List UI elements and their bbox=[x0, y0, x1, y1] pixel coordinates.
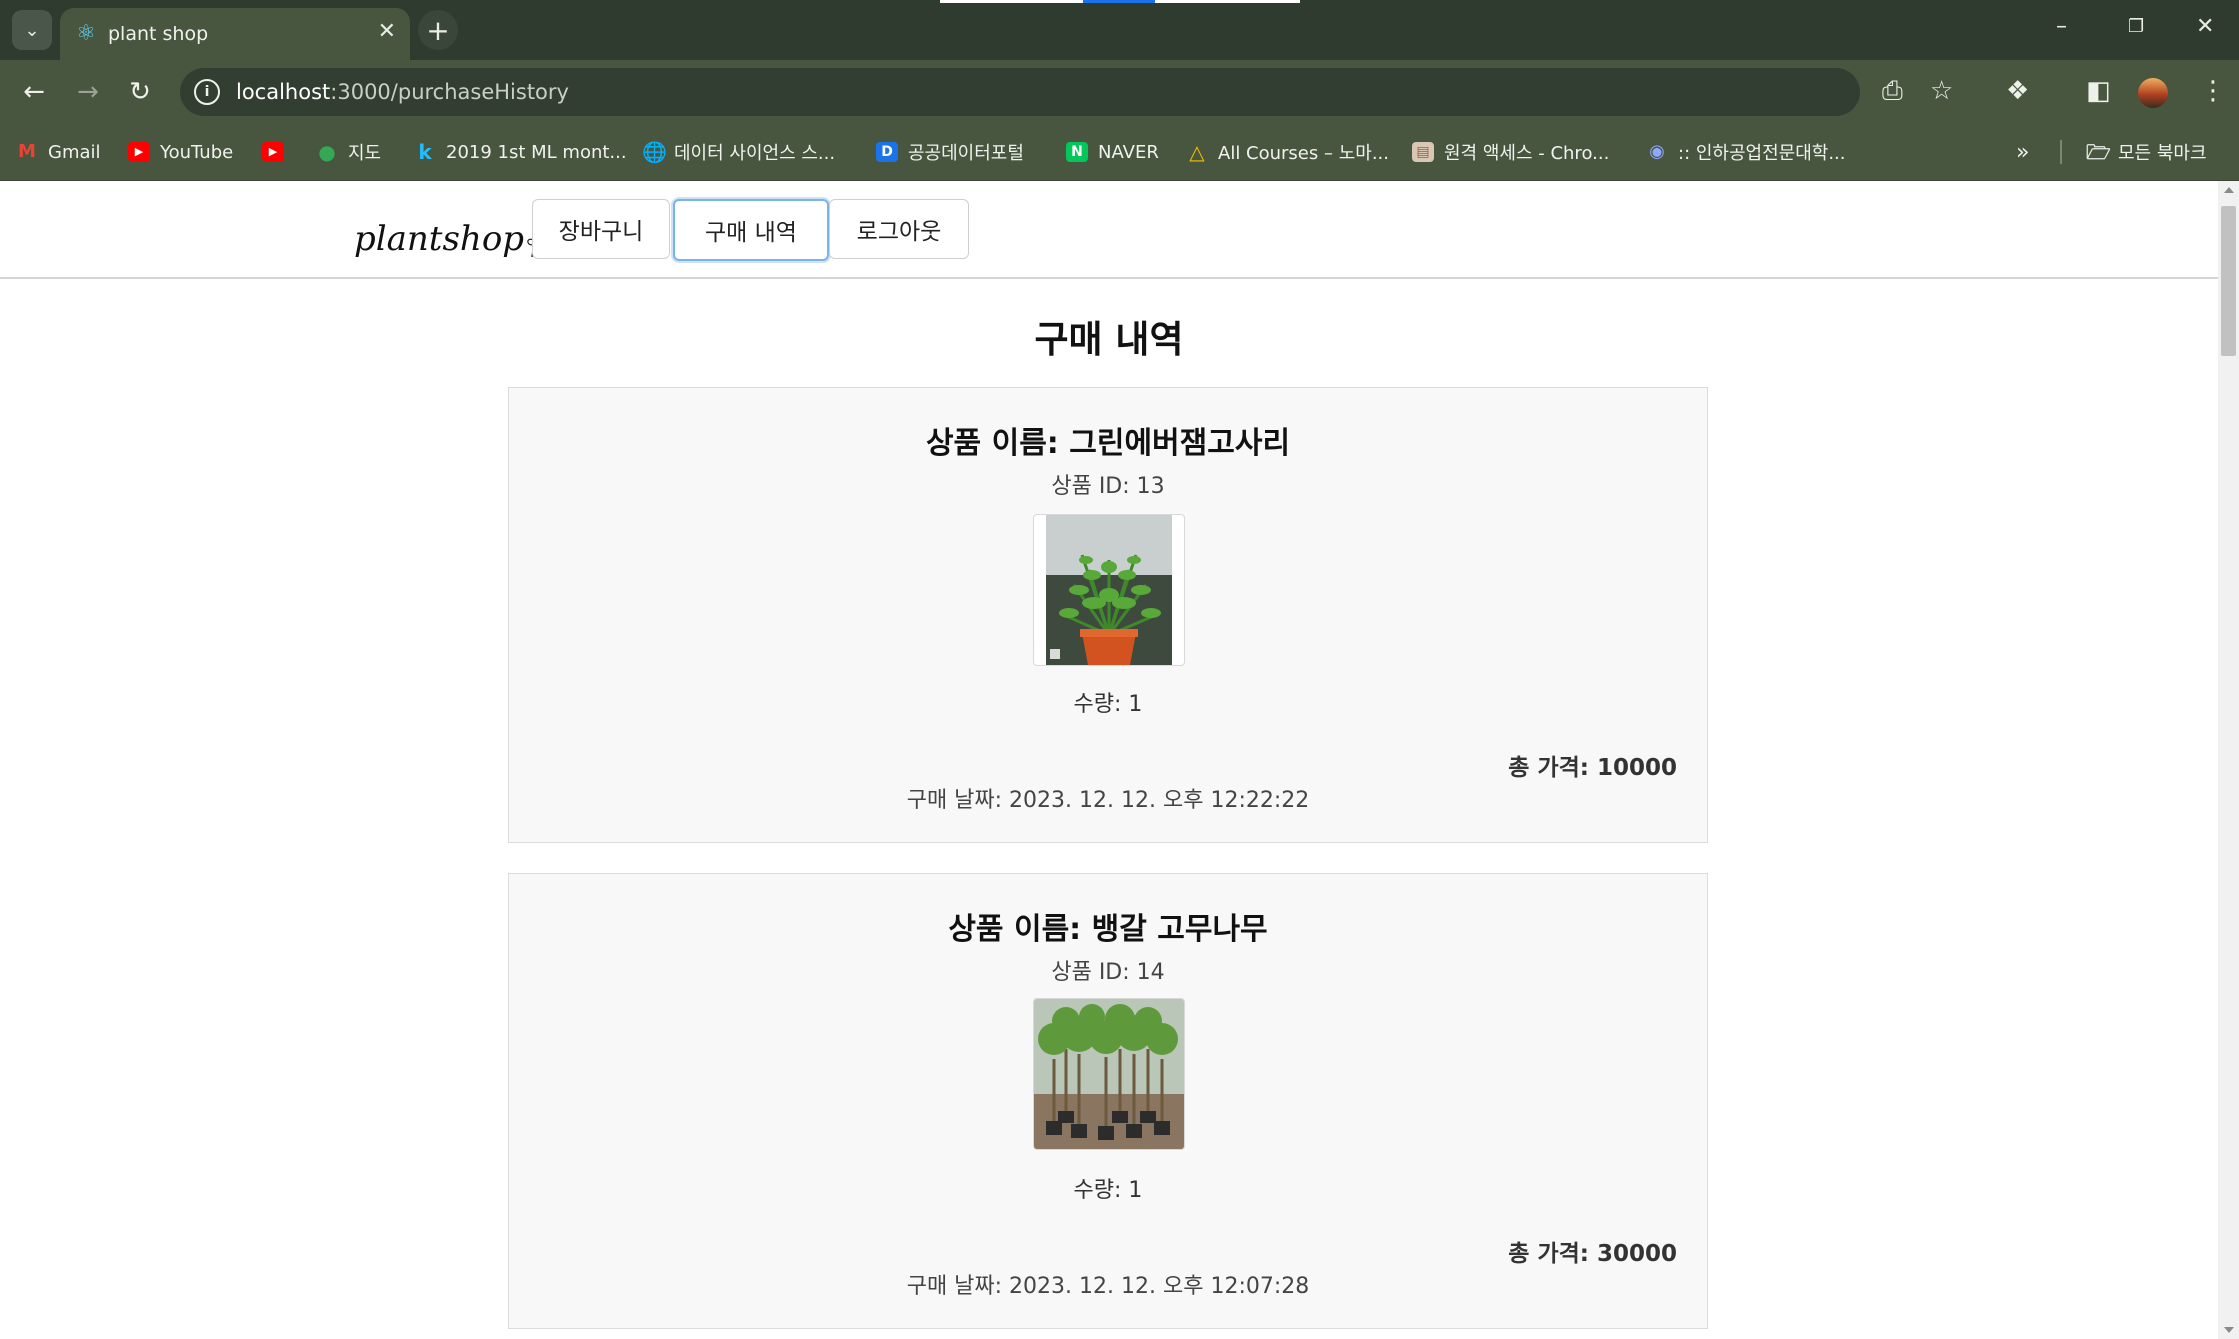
restore-icon[interactable]: ❐ bbox=[2128, 16, 2144, 37]
all-bookmarks-button[interactable]: 🗁 모든 북마크 bbox=[2086, 138, 2207, 166]
tab-title: plant shop bbox=[108, 23, 209, 45]
new-tab-button[interactable]: + bbox=[418, 10, 458, 50]
purchase-card: 상품 이름: 그린에버잼고사리 상품 ID: 13 수량: 1 총 가격: 10… bbox=[508, 387, 1708, 843]
product-id: 상품 ID: 13 bbox=[1051, 474, 1165, 499]
product-image-fern bbox=[1033, 514, 1185, 666]
bookmark-kaggle[interactable]: k 2019 1st ML mont... bbox=[414, 138, 626, 166]
browser-tab-bar: ⌄ ⚛ plant shop ✕ + – ❐ ✕ bbox=[0, 0, 2239, 60]
window-close-icon[interactable]: ✕ bbox=[2196, 14, 2214, 39]
product-total-price: 총 가격: 10000 bbox=[1508, 755, 1677, 781]
page-viewport: plantshop 장바구니 구매 내역 로그아웃 구매 내역 상품 이름: 그… bbox=[0, 181, 2218, 1339]
youtube-icon: ▶ bbox=[128, 142, 150, 162]
product-total-price: 총 가격: 30000 bbox=[1508, 1241, 1677, 1267]
extensions-icon[interactable]: ❖ bbox=[2006, 76, 2029, 106]
side-panel-icon[interactable]: ◧ bbox=[2086, 76, 2111, 106]
nav-purchase-history-button[interactable]: 구매 내역 bbox=[673, 199, 829, 261]
react-icon: ⚛ bbox=[76, 21, 96, 46]
nav-cart-button[interactable]: 장바구니 bbox=[532, 199, 670, 259]
more-menu-icon[interactable]: ⋮ bbox=[2200, 76, 2226, 106]
bookmark-remote[interactable]: ▤ 원격 액세스 - Chro... bbox=[1412, 138, 1609, 166]
bookmark-school[interactable]: ◉:: 인하공업전문대학... bbox=[1646, 138, 1845, 166]
back-icon[interactable]: ← bbox=[16, 74, 52, 110]
scroll-down-arrow-icon[interactable] bbox=[2224, 1327, 2234, 1333]
youtube-icon: ▶ bbox=[262, 142, 284, 162]
url-text: localhost:3000/purchaseHistory bbox=[236, 80, 569, 104]
product-name: 상품 이름: 그린에버잼고사리 bbox=[925, 426, 1291, 461]
bookmark-youtube-2[interactable]: ▶ bbox=[262, 138, 294, 166]
page-scrollbar[interactable] bbox=[2218, 181, 2239, 1339]
install-app-icon[interactable]: ⎙ bbox=[1882, 76, 1903, 107]
product-image-rubber-tree bbox=[1033, 998, 1185, 1150]
bookmark-maps[interactable]: ● 지도 bbox=[316, 138, 381, 166]
bookmark-naver[interactable]: N NAVER bbox=[1066, 138, 1159, 166]
minimize-icon[interactable]: – bbox=[2056, 14, 2067, 39]
gmail-icon: M bbox=[18, 141, 36, 162]
nomad-icon: △ bbox=[1189, 140, 1205, 164]
bookmarks-bar: M Gmail ▶ YouTube ▶ ● 지도 k 2019 1st ML mont.… bbox=[0, 124, 2239, 181]
remote-icon: ▤ bbox=[1412, 142, 1434, 162]
scroll-up-arrow-icon[interactable] bbox=[2224, 187, 2234, 193]
reload-icon[interactable]: ↻ bbox=[122, 74, 158, 110]
bookmark-nomad[interactable]: △ All Courses – 노마... bbox=[1186, 138, 1389, 166]
close-tab-icon[interactable]: ✕ bbox=[378, 19, 396, 44]
site-info-icon[interactable]: i bbox=[194, 79, 220, 105]
address-bar[interactable]: i localhost:3000/purchaseHistory bbox=[180, 68, 1860, 116]
bookmark-youtube[interactable]: ▶ YouTube bbox=[128, 138, 233, 166]
d-icon: D bbox=[876, 142, 898, 162]
site-header: plantshop 장바구니 구매 내역 로그아웃 bbox=[0, 181, 2218, 279]
k-icon: k bbox=[418, 140, 432, 164]
browser-toolbar: ← → ↻ i localhost:3000/purchaseHistory ⎙… bbox=[0, 60, 2239, 124]
scroll-thumb[interactable] bbox=[2221, 206, 2236, 356]
page-title: 구매 내역 bbox=[1034, 318, 1184, 361]
product-quantity: 수량: 1 bbox=[1073, 692, 1143, 717]
product-quantity: 수량: 1 bbox=[1073, 1178, 1143, 1203]
profile-avatar[interactable] bbox=[2138, 78, 2168, 108]
tab-search-button[interactable]: ⌄ bbox=[12, 10, 52, 50]
maps-icon: ● bbox=[318, 140, 336, 164]
site-logo[interactable]: plantshop bbox=[354, 195, 558, 259]
bookmark-divider bbox=[2060, 140, 2062, 164]
globe-icon: 🌐 bbox=[642, 140, 667, 164]
bookmark-public-data[interactable]: D 공공데이터포털 bbox=[876, 138, 1024, 166]
product-name: 상품 이름: 뱅갈 고무나무 bbox=[948, 912, 1268, 947]
school-icon: ◉ bbox=[1649, 141, 1665, 162]
naver-icon: N bbox=[1066, 142, 1088, 162]
bookmark-star-icon[interactable]: ☆ bbox=[1930, 76, 1953, 106]
folder-icon: 🗁 bbox=[2086, 140, 2111, 164]
browser-tab[interactable]: ⚛ plant shop ✕ bbox=[60, 8, 410, 60]
forward-icon[interactable]: → bbox=[70, 74, 106, 110]
purchase-date: 구매 날짜: 2023. 12. 12. 오후 12:22:22 bbox=[906, 788, 1310, 813]
product-id: 상품 ID: 14 bbox=[1051, 960, 1165, 985]
nav-logout-button[interactable]: 로그아웃 bbox=[829, 199, 969, 259]
more-bookmarks-button[interactable]: » bbox=[2016, 138, 2029, 166]
bookmark-gmail[interactable]: M Gmail bbox=[16, 138, 100, 166]
bookmark-data-science[interactable]: 🌐 데이터 사이언스 스... bbox=[642, 138, 835, 166]
purchase-date: 구매 날짜: 2023. 12. 12. 오후 12:07:28 bbox=[906, 1274, 1310, 1299]
loading-strip bbox=[940, 0, 1300, 3]
purchase-card: 상품 이름: 뱅갈 고무나무 상품 ID: 14 수량: 1 총 가격: 300… bbox=[508, 873, 1708, 1329]
logo-text: plantshop bbox=[354, 219, 525, 259]
